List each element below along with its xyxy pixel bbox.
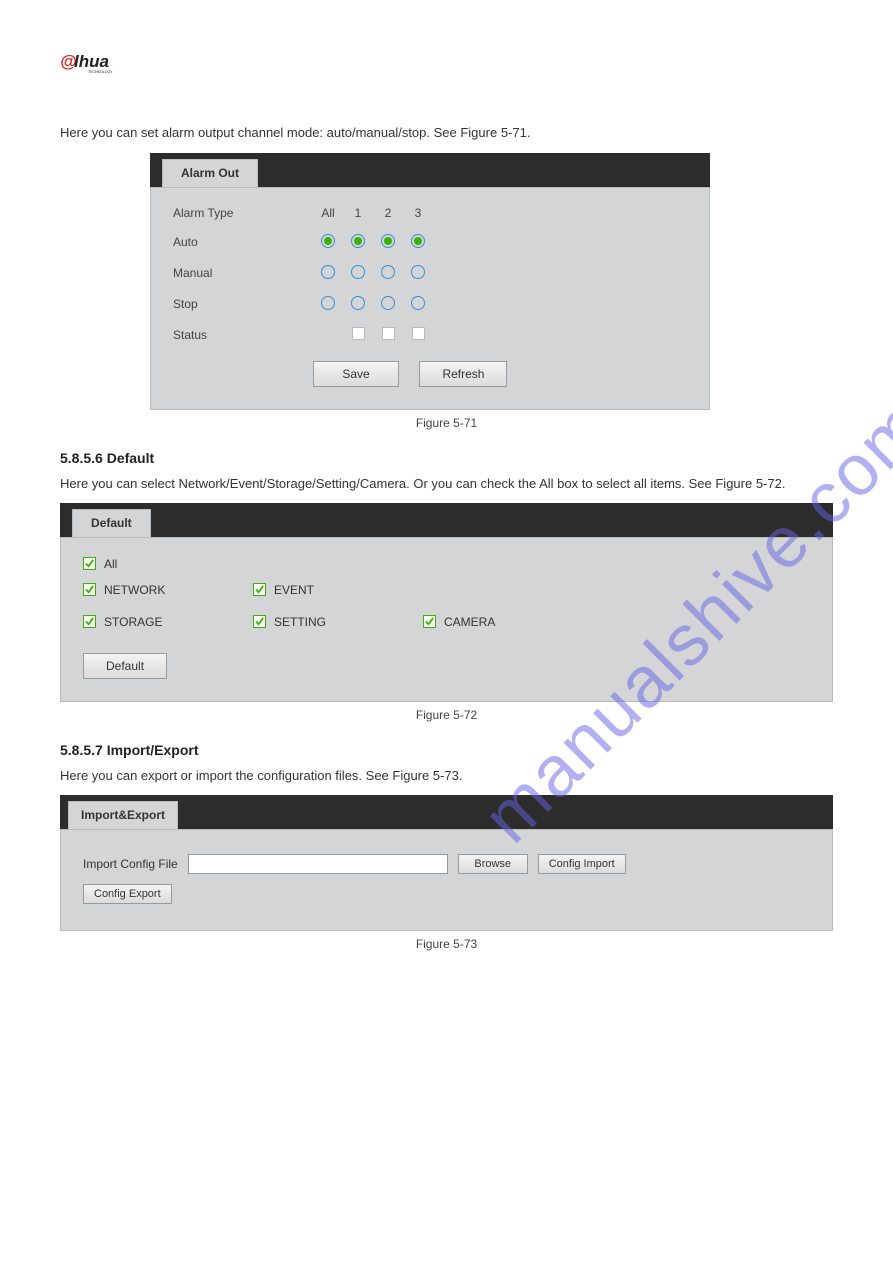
radio-stop-3[interactable] — [411, 296, 425, 310]
checkbox-camera-label: CAMERA — [444, 615, 495, 629]
check-icon — [83, 557, 96, 570]
checkbox-storage[interactable]: STORAGE — [83, 615, 253, 629]
col-1: 1 — [343, 206, 373, 220]
radio-stop-2[interactable] — [381, 296, 395, 310]
check-icon — [253, 615, 266, 628]
alarm-out-tab[interactable]: Alarm Out — [162, 159, 258, 187]
figure-caption-default: Figure 5-72 — [60, 708, 833, 722]
label-status: Status — [173, 328, 313, 342]
logo-text: lhua — [74, 52, 109, 71]
status-3 — [412, 327, 425, 340]
alarm-out-panel: Alarm Out Alarm Type All 1 2 3 Auto Manu… — [150, 153, 710, 410]
config-export-button[interactable]: Config Export — [83, 884, 172, 904]
checkbox-network-label: NETWORK — [104, 583, 165, 597]
label-import-file: Import Config File — [83, 857, 178, 871]
text-import-export: Here you can export or import the config… — [60, 766, 833, 786]
col-all: All — [313, 206, 343, 220]
default-button[interactable]: Default — [83, 653, 167, 679]
text-default: Here you can select Network/Event/Storag… — [60, 474, 833, 494]
checkbox-storage-label: STORAGE — [104, 615, 162, 629]
status-1 — [352, 327, 365, 340]
label-stop: Stop — [173, 297, 313, 311]
radio-auto-1[interactable] — [351, 234, 365, 248]
config-import-button[interactable]: Config Import — [538, 854, 626, 874]
radio-manual-2[interactable] — [381, 265, 395, 279]
status-2 — [382, 327, 395, 340]
check-icon — [253, 583, 266, 596]
heading-import-export: 5.8.5.7 Import/Export — [60, 742, 833, 758]
checkbox-network[interactable]: NETWORK — [83, 583, 253, 597]
logo-subtext: TECHNOLOGY — [88, 70, 113, 74]
checkbox-camera[interactable]: CAMERA — [423, 615, 593, 629]
col-2: 2 — [373, 206, 403, 220]
radio-auto-3[interactable] — [411, 234, 425, 248]
label-auto: Auto — [173, 235, 313, 249]
default-tab[interactable]: Default — [72, 509, 151, 537]
intro-text: Here you can set alarm output channel mo… — [60, 123, 833, 143]
browse-button[interactable]: Browse — [458, 854, 528, 874]
save-button[interactable]: Save — [313, 361, 399, 387]
checkbox-setting-label: SETTING — [274, 615, 326, 629]
refresh-button[interactable]: Refresh — [419, 361, 507, 387]
check-icon — [83, 615, 96, 628]
label-alarm-type: Alarm Type — [173, 206, 313, 220]
default-panel: Default All NETWORK EVENT STORAGE — [60, 503, 833, 702]
checkbox-all-label: All — [104, 557, 117, 571]
radio-auto-all[interactable] — [321, 234, 335, 248]
figure-caption-alarm: Figure 5-71 — [60, 416, 833, 430]
figure-caption-import: Figure 5-73 — [60, 937, 833, 951]
checkbox-all[interactable]: All — [83, 557, 117, 571]
checkbox-event-label: EVENT — [274, 583, 314, 597]
brand-logo: @ lhua TECHNOLOGY — [60, 50, 833, 83]
heading-default: 5.8.5.6 Default — [60, 450, 833, 466]
label-manual: Manual — [173, 266, 313, 280]
import-export-panel: Import&Export Import Config File Browse … — [60, 795, 833, 931]
radio-auto-2[interactable] — [381, 234, 395, 248]
radio-stop-1[interactable] — [351, 296, 365, 310]
import-file-input[interactable] — [188, 854, 448, 874]
import-export-tab[interactable]: Import&Export — [68, 801, 178, 829]
check-icon — [83, 583, 96, 596]
checkbox-setting[interactable]: SETTING — [253, 615, 423, 629]
radio-manual-3[interactable] — [411, 265, 425, 279]
checkbox-event[interactable]: EVENT — [253, 583, 423, 597]
col-3: 3 — [403, 206, 433, 220]
check-icon — [423, 615, 436, 628]
radio-stop-all[interactable] — [321, 296, 335, 310]
radio-manual-1[interactable] — [351, 265, 365, 279]
radio-manual-all[interactable] — [321, 265, 335, 279]
